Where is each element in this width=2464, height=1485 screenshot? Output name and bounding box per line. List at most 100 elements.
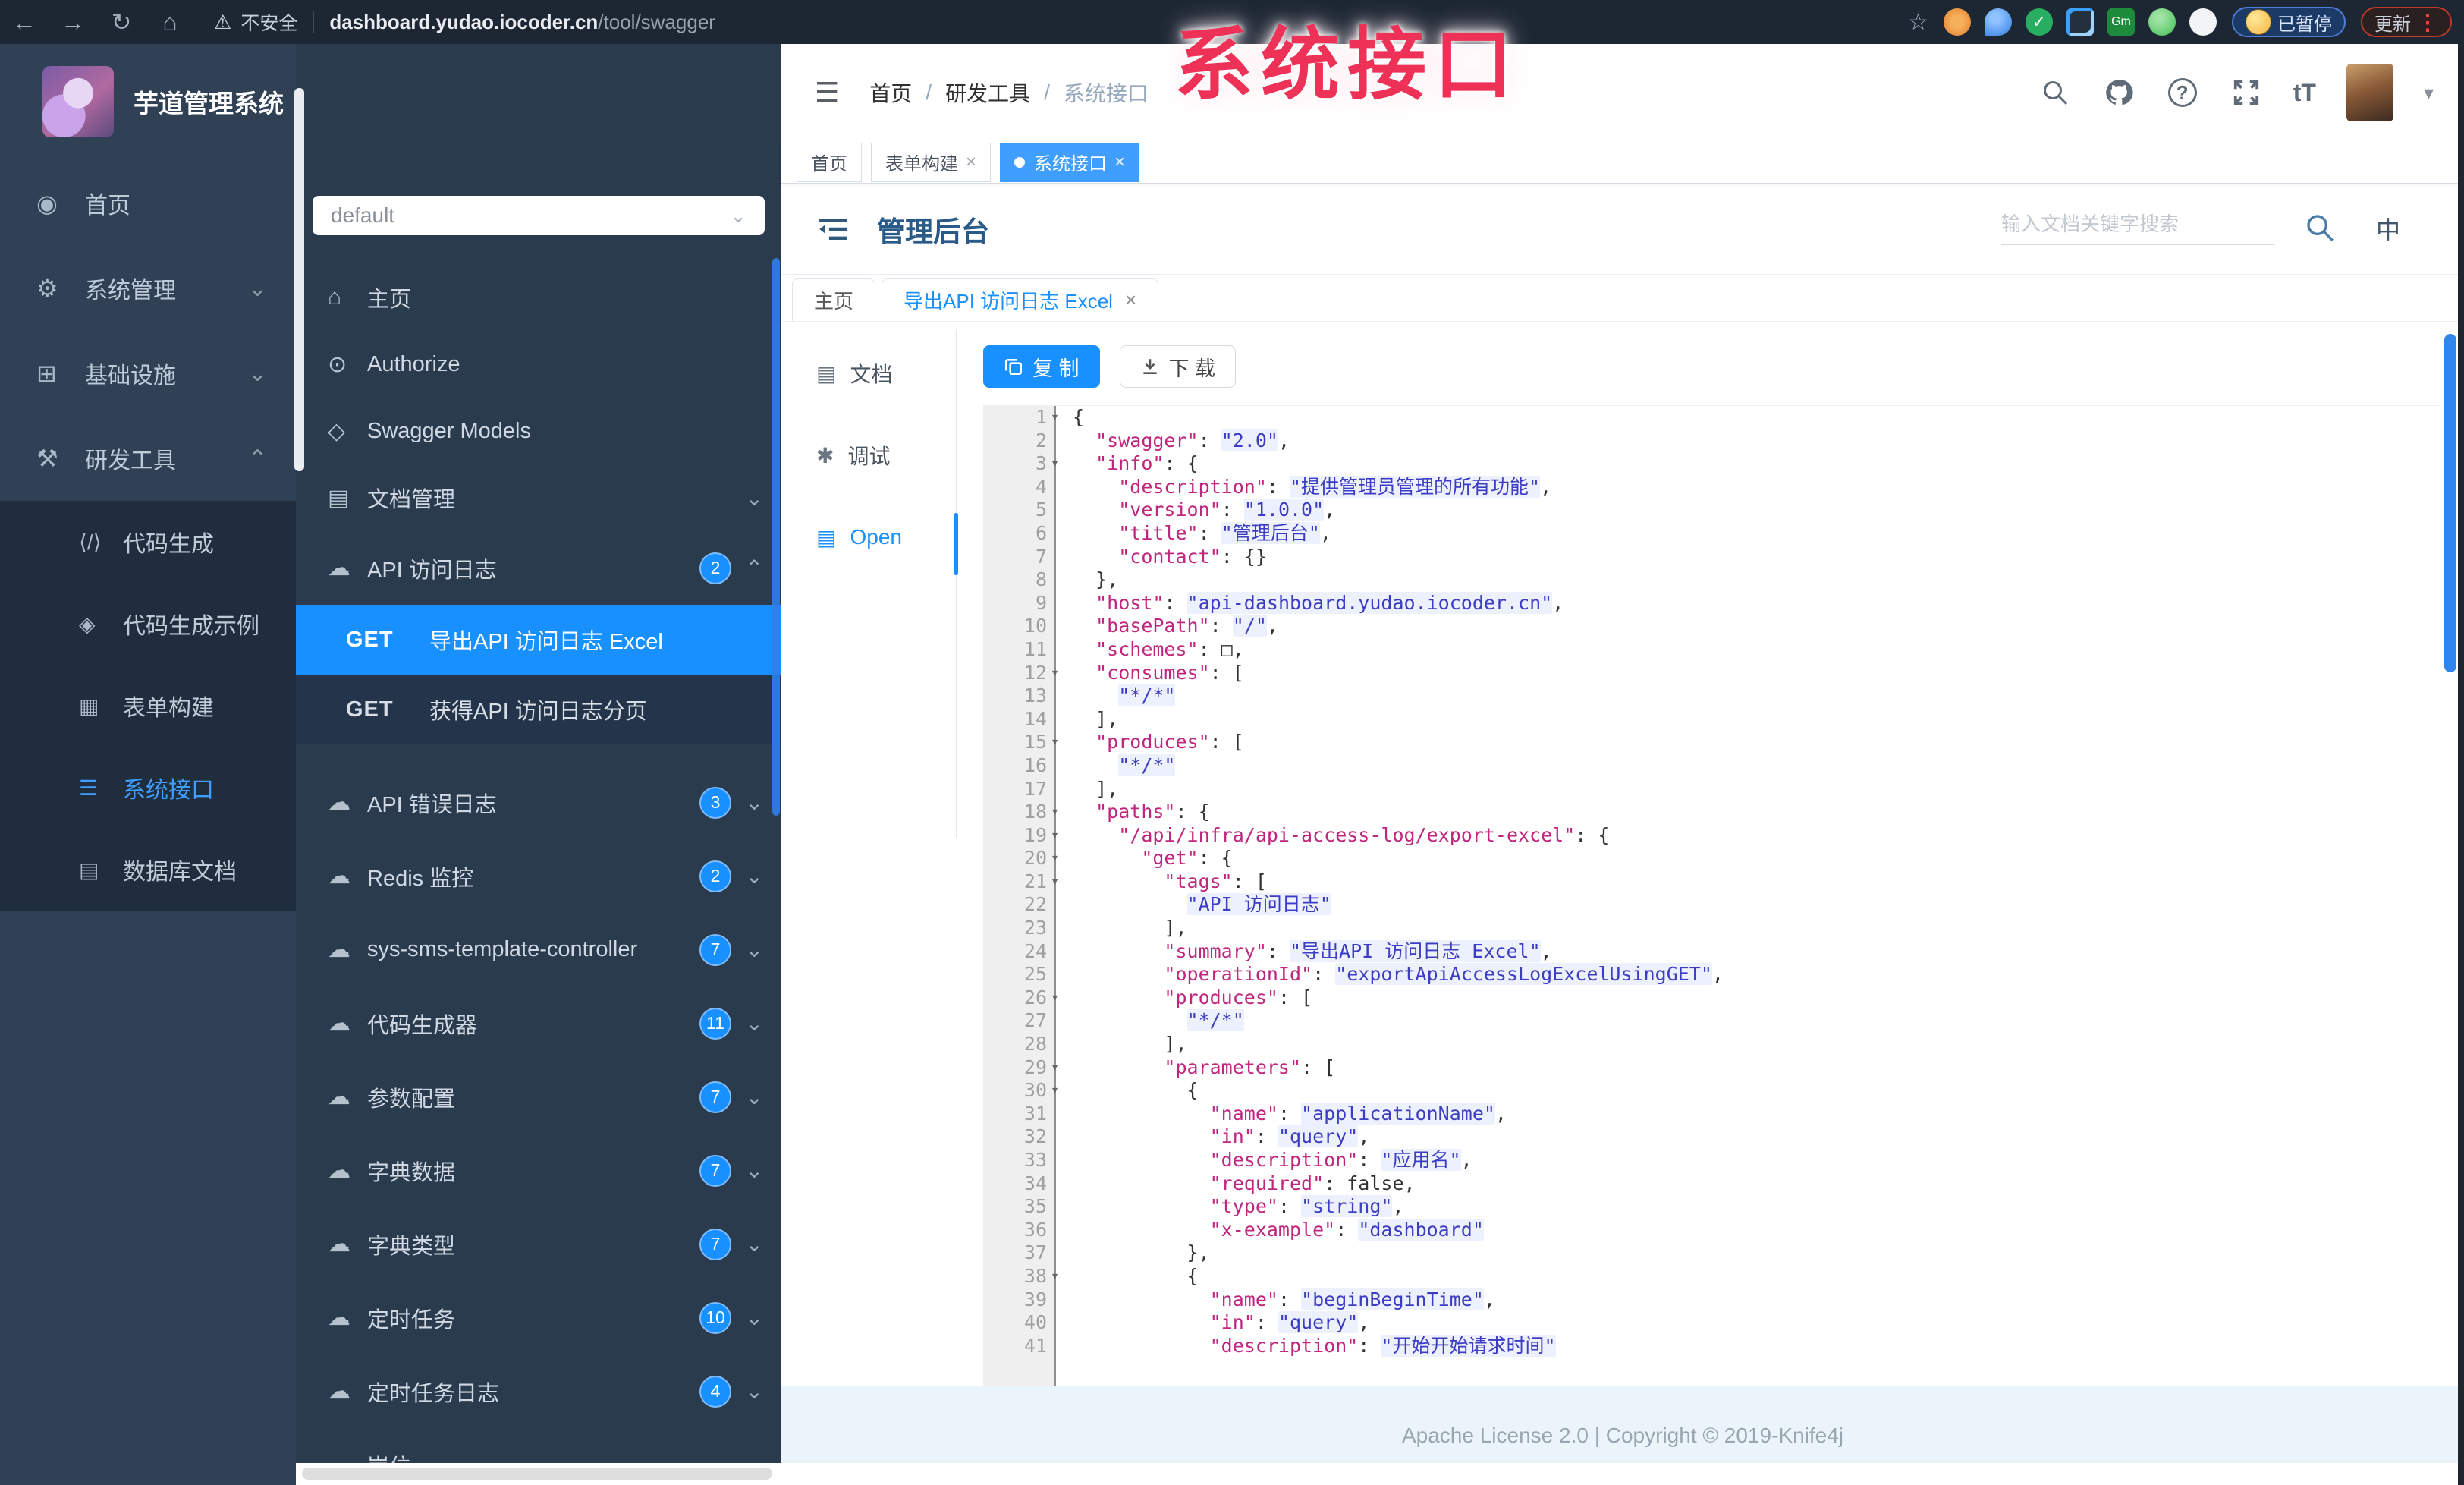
close-icon[interactable]: × bbox=[1114, 152, 1125, 173]
gm-extension-icon[interactable]: Gm bbox=[2107, 8, 2135, 36]
doc-search-input[interactable] bbox=[2001, 212, 2274, 236]
fold-icon[interactable]: ▾ bbox=[1044, 801, 1059, 824]
sidebar-item-基础设施[interactable]: ⊞ 基础设施 ⌄ bbox=[0, 331, 296, 416]
update-button[interactable]: 更新 ⋮ bbox=[2361, 7, 2452, 37]
language-toggle[interactable]: 中 bbox=[2376, 211, 2400, 246]
tree-item-Redis 监控[interactable]: ☁ Redis 监控 2 ⌄ bbox=[296, 839, 781, 913]
tree-item-参数配置[interactable]: ☁ 参数配置 7 ⌄ bbox=[296, 1060, 781, 1134]
download-button[interactable]: 下 载 bbox=[1119, 345, 1237, 388]
back-icon[interactable]: ← bbox=[0, 8, 49, 36]
tree-item-Swagger Models[interactable]: ◇ Swagger Models bbox=[296, 398, 781, 464]
fold-icon[interactable]: ▾ bbox=[1044, 1079, 1059, 1103]
fold-icon[interactable]: ▾ bbox=[1044, 1056, 1059, 1080]
doc-tab-主页[interactable]: 主页 bbox=[792, 278, 876, 321]
code-line: "version": "1.0.0", bbox=[1118, 499, 1336, 521]
breadcrumb-item[interactable]: 研发工具 bbox=[945, 77, 1030, 108]
search-icon[interactable] bbox=[2038, 76, 2072, 109]
fold-icon[interactable]: ▾ bbox=[1044, 662, 1059, 685]
sidebar-subitem-系统接口[interactable]: ☰ 系统接口 bbox=[0, 747, 296, 829]
side-tab-Open[interactable]: ▤ Open bbox=[781, 508, 957, 566]
sidebar-item-研发工具[interactable]: ⚒ 研发工具 ⌃ bbox=[0, 416, 296, 501]
horizontal-scrollbar[interactable] bbox=[302, 1468, 772, 1480]
breadcrumb-item[interactable]: 首页 bbox=[869, 77, 912, 108]
tree-item-文档管理[interactable]: ▤ 文档管理 ⌄ bbox=[296, 464, 781, 531]
fold-icon[interactable]: ▾ bbox=[1044, 452, 1059, 476]
endpoint-导出API 访问日志 Excel[interactable]: GET 导出API 访问日志 Excel bbox=[296, 605, 781, 675]
endpoint-label: 获得API 访问日志分页 bbox=[429, 700, 647, 724]
app-logo-row[interactable]: 芋道管理系统 bbox=[0, 44, 296, 137]
forward-icon[interactable]: → bbox=[49, 8, 97, 36]
avatar-caret-icon[interactable]: ▾ bbox=[2424, 81, 2434, 105]
line-number: 1 ▾ bbox=[1035, 406, 1059, 428]
collapse-sidebar-icon[interactable] bbox=[816, 216, 850, 243]
api-group-select[interactable]: default ⌄ bbox=[313, 196, 765, 235]
tree-item-代码生成器[interactable]: ☁ 代码生成器 11 ⌄ bbox=[296, 986, 781, 1060]
page-scrollbar[interactable] bbox=[2444, 334, 2456, 672]
tag-首页[interactable]: 首页 bbox=[797, 142, 862, 182]
fullscreen-icon[interactable] bbox=[2230, 76, 2263, 109]
blue-drop-extension-icon[interactable] bbox=[1985, 8, 2012, 36]
sidebar-scrollbar[interactable] bbox=[294, 88, 304, 471]
endpoint-获得API 访问日志分页[interactable]: GET 获得API 访问日志分页 bbox=[296, 675, 781, 744]
tag-系统接口[interactable]: 系统接口 × bbox=[1000, 142, 1140, 182]
doc-sidebar-scrollbar[interactable] bbox=[772, 258, 780, 816]
debug-icon: ✱ bbox=[816, 443, 834, 467]
site-security[interactable]: ⚠ 不安全 bbox=[214, 8, 297, 36]
user-avatar[interactable] bbox=[2346, 64, 2393, 121]
fold-icon[interactable]: ▾ bbox=[1044, 986, 1059, 1010]
code-line: "contact": {} bbox=[1118, 545, 1267, 568]
doc-tab-导出API 访问日志 Excel[interactable]: 导出API 访问日志 Excel × bbox=[882, 278, 1159, 321]
tree-item-Authorize[interactable]: ⊙ Authorize bbox=[296, 331, 781, 398]
code-line: "required": false, bbox=[1209, 1172, 1416, 1194]
sidebar-subitem-数据库文档[interactable]: ▤ 数据库文档 bbox=[0, 829, 296, 911]
doc-search-field[interactable] bbox=[2001, 212, 2274, 245]
side-tab-文档[interactable]: ▤ 文档 bbox=[781, 345, 957, 402]
fold-icon[interactable]: ▾ bbox=[1044, 847, 1059, 870]
github-icon[interactable] bbox=[2102, 76, 2136, 109]
tree-item-API 访问日志[interactable]: ☁ API 访问日志 2 ⌃ bbox=[296, 531, 781, 605]
tree-item-主页[interactable]: ⌂ 主页 bbox=[296, 264, 781, 331]
tree-item-定时任务[interactable]: ☁ 定时任务 10 ⌄ bbox=[296, 1281, 781, 1354]
blue-grid-extension-icon[interactable] bbox=[2066, 8, 2094, 36]
doc-search-icon[interactable] bbox=[2305, 212, 2335, 243]
green-leaf-extension-icon[interactable] bbox=[2148, 8, 2176, 36]
browser-home-icon[interactable]: ⌂ bbox=[146, 8, 194, 36]
fontsize-icon[interactable]: tT bbox=[2293, 79, 2316, 107]
fold-icon[interactable]: ▾ bbox=[1044, 870, 1059, 894]
sidebar-item-首页[interactable]: ◉ 首页 bbox=[0, 161, 296, 246]
copy-button[interactable]: 复 制 bbox=[983, 345, 1100, 388]
hamburger-icon[interactable]: ☰ bbox=[815, 77, 839, 109]
tree-item-字典类型[interactable]: ☁ 字典类型 7 ⌄ bbox=[296, 1207, 781, 1281]
green-check-extension-icon[interactable]: ✓ bbox=[2026, 8, 2053, 36]
close-icon[interactable]: × bbox=[1125, 288, 1136, 312]
address-bar[interactable]: dashboard.yudao.iocoder.cn/tool/swagger bbox=[329, 11, 715, 34]
side-tab-调试[interactable]: ✱ 调试 bbox=[781, 426, 957, 484]
help-icon[interactable]: ? bbox=[2166, 76, 2199, 109]
paw-extension-icon[interactable] bbox=[2189, 8, 2217, 36]
code-line: "tags": [ bbox=[1164, 870, 1267, 892]
sidebar-item-系统管理[interactable]: ⚙ 系统管理 ⌄ bbox=[0, 246, 296, 331]
tree-item-定时任务日志[interactable]: ☁ 定时任务日志 4 ⌄ bbox=[296, 1354, 781, 1428]
tree-item-API 错误日志[interactable]: ☁ API 错误日志 3 ⌄ bbox=[296, 766, 781, 839]
tag-表单构建[interactable]: 表单构建 × bbox=[871, 142, 992, 182]
sidebar-subitem-表单构建[interactable]: ▦ 表单构建 bbox=[0, 665, 296, 747]
fold-icon[interactable]: ▾ bbox=[1044, 731, 1059, 754]
bookmark-star-icon[interactable]: ☆ bbox=[1908, 9, 1928, 36]
fold-icon[interactable]: ▾ bbox=[1044, 406, 1059, 429]
tree-item-字典数据[interactable]: ☁ 字典数据 7 ⌄ bbox=[296, 1134, 781, 1207]
reload-icon[interactable]: ↻ bbox=[97, 8, 146, 36]
fold-icon[interactable]: ▾ bbox=[1044, 824, 1059, 848]
close-icon[interactable]: × bbox=[966, 152, 976, 173]
paused-badge[interactable]: 已暂停 bbox=[2232, 7, 2346, 37]
fold-icon[interactable]: ▾ bbox=[1044, 1265, 1059, 1288]
side-tab-label: 文档 bbox=[850, 363, 893, 386]
tree-item-sys-sms-template-controller[interactable]: ☁ sys-sms-template-controller 7 ⌄ bbox=[296, 913, 781, 986]
sidebar-subitem-代码生成[interactable]: ⟨/⟩ 代码生成 bbox=[0, 501, 296, 583]
orange-extension-icon[interactable] bbox=[1944, 8, 1971, 36]
browser-menu-icon[interactable]: ⋮ bbox=[2417, 10, 2438, 35]
api-group-select-value: default bbox=[331, 203, 395, 227]
code-line: "info": { bbox=[1095, 452, 1199, 475]
code-line: "in": "query", bbox=[1209, 1311, 1370, 1334]
sidebar-subitem-代码生成示例[interactable]: ◈ 代码生成示例 bbox=[0, 583, 296, 665]
code-editor[interactable]: 1 ▾ 2 3 ▾ 4 5 6 7 8 9 10 11 12 ▾ 13 14 15 ▾ 16 17 18 ▾ 19 ▾ 20 ▾ 21… bbox=[983, 405, 2440, 1386]
